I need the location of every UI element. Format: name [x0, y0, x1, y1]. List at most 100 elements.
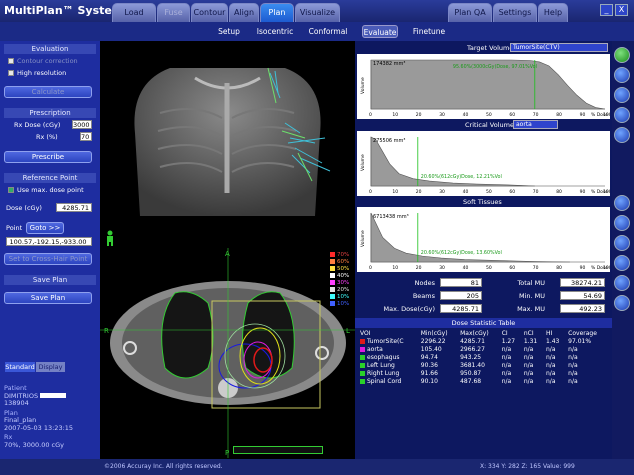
voi-cell: Left Lung	[358, 362, 419, 370]
window-level-tool-icon[interactable]	[614, 215, 630, 231]
table-row[interactable]: Spinal Cord 90.10 487.68 n/a n/a n/a n/a	[358, 378, 608, 386]
subtab-setup[interactable]: Setup	[213, 25, 245, 38]
critical-volume-select[interactable]: aorta	[513, 120, 558, 129]
x-tick-label: 80	[556, 112, 562, 118]
x-tick-label: 90	[580, 265, 586, 271]
move-tool-icon[interactable]	[614, 275, 630, 291]
subtab-evaluate[interactable]: Evaluate	[362, 25, 398, 38]
hand-tool-icon[interactable]	[614, 87, 630, 103]
close-button[interactable]: X	[615, 4, 628, 16]
x-tick-label: 70	[533, 265, 539, 271]
prescribe-button[interactable]: Prescribe	[4, 151, 92, 163]
rx-summary: 70%, 3000.00 cGy	[4, 440, 64, 449]
measure-tool-icon[interactable]	[614, 107, 630, 123]
copyright-text: ©2006 Accuray Inc. All rights reserved.	[104, 463, 223, 470]
subtab-isocentric[interactable]: Isocentric	[254, 25, 296, 38]
x-tick-label: 50	[486, 112, 492, 118]
tab-display[interactable]: Display	[36, 362, 65, 372]
cell-ci: n/a	[501, 378, 512, 385]
voi-color-swatch	[360, 347, 365, 352]
high-resolution-label: High resolution	[17, 69, 67, 77]
isodose-legend: 70% 60% 50% 40% 30% 20% 10% 10%	[330, 252, 352, 308]
pointer-tool-icon[interactable]	[614, 47, 630, 63]
volume-label: 275506 mm³	[373, 138, 405, 144]
target-volume-select[interactable]: TumorSite(CTV)	[510, 43, 608, 52]
redaction-bar	[40, 393, 67, 398]
minimize-button[interactable]: _	[600, 4, 613, 16]
table-row[interactable]: TumorSite(C 2296.22 4285.71 1.27 1.31 1.43 97.…	[358, 338, 608, 346]
isodose-level: 30%	[337, 280, 350, 286]
rx-dose-input[interactable]: 3000	[72, 120, 92, 129]
voi-name: aorta	[367, 346, 383, 353]
tab-plan-qa[interactable]: Plan QA	[448, 3, 492, 22]
slice-slider[interactable]	[233, 446, 323, 454]
isodose-swatch	[330, 287, 335, 292]
voi-name: Right Lung	[367, 370, 400, 377]
isodose-level: 10%	[337, 294, 350, 300]
voi-name: esophagus	[367, 354, 400, 361]
x-tick-label: 0	[369, 265, 372, 271]
x-tick-label: 40	[463, 189, 469, 195]
dose-statistic-table: VOI Min(cGy) Max(cGy) CI nCI HI Coverage…	[358, 330, 608, 386]
min-mu-value: 54.69	[560, 291, 605, 300]
pan-tool-icon[interactable]	[614, 67, 630, 83]
cell-hi: n/a	[546, 354, 556, 361]
patient-info: Patient DIMITRIOS 138904 Plan Final_plan…	[4, 384, 96, 449]
rx-dose-label: Rx Dose (cGy)	[14, 121, 61, 129]
save-plan-button[interactable]: Save Plan	[4, 292, 92, 304]
axial-ct-view[interactable]: A P R L 70% 60% 50% 40% 30% 20% 10% 10%	[100, 248, 355, 458]
cell-cov: n/a	[568, 378, 578, 385]
cell-cov: n/a	[568, 362, 578, 369]
voi-cell: Right Lung	[358, 370, 419, 378]
table-row[interactable]: Left Lung 90.36 3681.40 n/a n/a n/a n/a	[358, 362, 608, 370]
table-row[interactable]: esophagus 94.74 943.25 n/a n/a n/a n/a	[358, 354, 608, 362]
tab-visualize[interactable]: Visualize	[295, 3, 340, 22]
cell-nci: n/a	[523, 362, 534, 369]
tab-help[interactable]: Help	[538, 3, 568, 22]
max-mu-label: Max. MU	[517, 305, 545, 313]
tab-contour[interactable]: Contour	[191, 3, 228, 22]
col-hi: HI	[546, 330, 553, 337]
x-tick-label: 80	[556, 265, 562, 271]
save-plan-header: Save Plan	[4, 275, 96, 285]
use-max-dose-checkbox[interactable]: Use max. dose point	[8, 186, 84, 194]
table-row[interactable]: aorta 105.40 2966.27 n/a n/a n/a n/a	[358, 346, 608, 354]
tab-settings[interactable]: Settings	[493, 3, 537, 22]
subtab-conformal[interactable]: Conformal	[306, 25, 350, 38]
reset-tool-icon[interactable]	[614, 295, 630, 311]
tab-plan[interactable]: Plan	[260, 3, 294, 22]
x-tick-label: 30	[439, 189, 445, 195]
tab-load[interactable]: Load	[112, 3, 156, 22]
crosshair-tool-icon[interactable]	[614, 195, 630, 211]
col-min: Min(cGy)	[420, 330, 448, 337]
high-resolution-checkbox[interactable]: High resolution	[8, 69, 66, 77]
checkbox-icon[interactable]	[8, 70, 14, 76]
total-mu-label: Total MU	[517, 279, 545, 287]
coronal-drr-view[interactable]	[100, 43, 355, 216]
table-row[interactable]: Right Lung 91.66 950.87 n/a n/a n/a n/a	[358, 370, 608, 378]
cell-max: 943.25	[460, 354, 482, 361]
cell-nci: n/a	[523, 370, 534, 377]
rotate-tool-icon[interactable]	[614, 235, 630, 251]
isodose-swatch	[330, 266, 335, 271]
subtab-finetune[interactable]: Finetune	[409, 25, 449, 38]
tab-fuse: Fuse	[157, 3, 190, 22]
tab-align[interactable]: Align	[229, 3, 259, 22]
x-axis-label: % Dose	[591, 265, 608, 271]
cell-hi: n/a	[546, 346, 556, 353]
tab-standard[interactable]: Standard	[5, 362, 35, 372]
col-ci: CI	[501, 330, 508, 337]
critical-volume-label: Critical Volume:	[465, 121, 517, 129]
rx-percent-input[interactable]: 70	[80, 132, 92, 141]
annotate-tool-icon[interactable]	[614, 127, 630, 143]
cursor-coordinates: X: 334 Y: 282 Z: 165 Value: 999	[480, 463, 575, 470]
nodes-value: 81	[440, 278, 482, 287]
voi-color-swatch	[360, 371, 365, 376]
voi-name: Left Lung	[367, 362, 395, 369]
zoom-tool-icon[interactable]	[614, 255, 630, 271]
goto-button[interactable]: Goto >>	[26, 222, 64, 234]
soft-tissue-dvh-plot: 0102030405060708090100% DoseVolume671343…	[357, 207, 612, 272]
dvh-annotation: 20.60%(612cGy)Dose, 13.60%Vol	[421, 250, 502, 256]
voi-cell: TumorSite(C	[358, 338, 419, 346]
checkbox-checked-icon[interactable]	[8, 187, 14, 193]
